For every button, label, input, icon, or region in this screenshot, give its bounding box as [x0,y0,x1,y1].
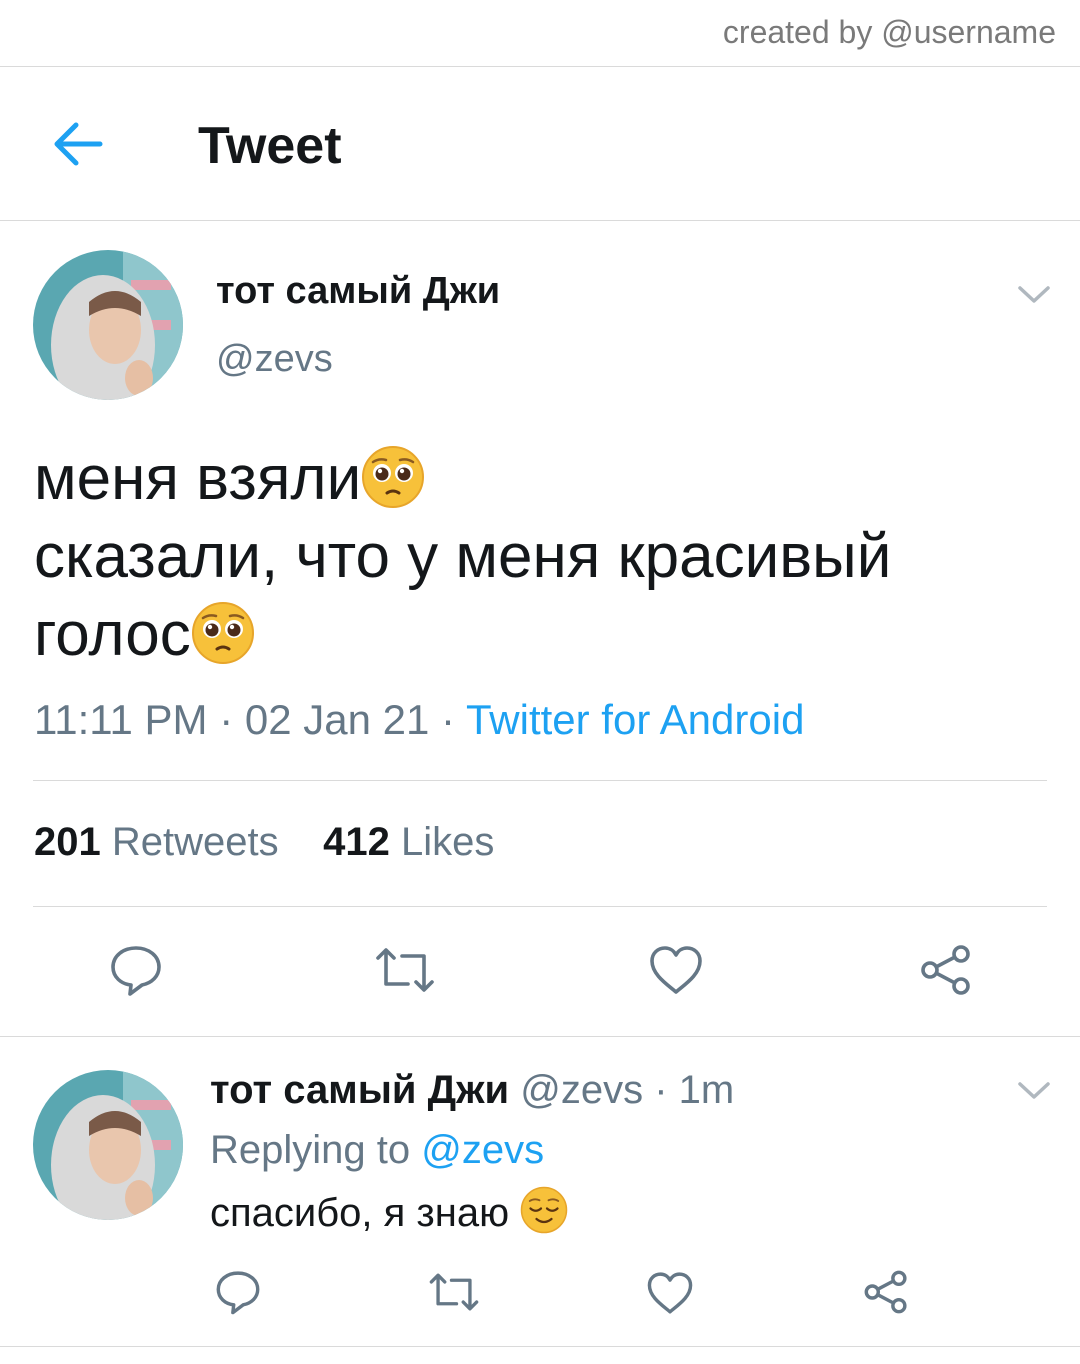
retweet-icon [376,948,434,992]
tweet-line-text: голос [34,600,191,669]
top-bar: Tweet [0,68,1080,220]
avatar-image [33,1070,183,1220]
likes-stat[interactable]: 412 Likes [323,820,494,864]
comment-icon [216,1271,260,1315]
arrow-left-icon [54,122,103,166]
retweet-button[interactable] [374,944,436,1001]
tweet-line: меня взяли [34,440,1044,518]
divider [0,1346,1080,1347]
reply-retweet-button[interactable] [428,1270,480,1319]
tweet-line: сказали, что у меня красивый [34,518,1044,596]
replying-to-link[interactable]: @zevs [421,1128,544,1172]
divider [0,1036,1080,1037]
reply-button[interactable] [108,942,164,1003]
retweets-count: 201 [34,820,101,864]
avatar[interactable] [33,250,183,400]
pleading-face-icon [362,446,425,508]
reply-text: спасибо, я знаю [210,1186,568,1236]
tweet-menu-button[interactable] [1014,280,1054,308]
author-name[interactable]: тот самый Джи [216,270,500,313]
avatar-image [33,250,183,400]
meta-separator: · [429,696,466,743]
replying-to: Replying to @zevs [210,1128,544,1173]
tweet-date: 02 Jan 21 [244,696,430,743]
meta-separator: · [207,696,245,743]
share-button[interactable] [918,942,974,1003]
tweet-line: голос [34,596,1044,674]
divider [0,66,1080,67]
page-title: Tweet [198,117,342,175]
share-icon [864,1270,907,1314]
reply-reply-button[interactable] [214,1268,262,1321]
pleading-face-icon [191,602,254,664]
likes-label: Likes [400,820,495,864]
reply-like-button[interactable] [646,1270,694,1321]
retweets-label: Retweets [111,820,279,864]
heart-icon [650,946,702,994]
reply-text-content: спасибо, я знаю [210,1191,510,1235]
retweets-stat[interactable]: 201 Retweets [34,820,279,864]
likes-count: 412 [323,820,390,864]
like-button[interactable] [648,944,704,1001]
reply-author-name[interactable]: тот самый Джи [210,1068,509,1112]
reply-menu-button[interactable] [1014,1076,1054,1104]
reply-share-button[interactable] [862,1268,910,1321]
heart-icon [647,1272,693,1314]
replying-label: Replying to [210,1128,411,1172]
back-button[interactable] [48,116,108,172]
relieved-face-icon [520,1186,568,1234]
reply-header: тот самый Джи @zevs · 1m [210,1068,734,1113]
divider [33,906,1047,907]
author-handle[interactable]: @zevs [216,338,333,381]
share-icon [921,945,970,995]
reply-time: 1m [678,1068,735,1112]
tweet-stats: 201 Retweets 412 Likes [34,820,494,865]
chevron-down-icon [1018,1082,1050,1099]
meta-separator: · [643,1068,679,1112]
retweet-icon [429,1273,479,1311]
divider [0,220,1080,221]
comment-icon [111,946,161,996]
tweet-line-text: меня взяли [34,444,362,513]
tweet-line-text: сказали, что у меня красивый [34,522,892,591]
reply-author-handle[interactable]: @zevs [520,1068,643,1112]
credit-text: created by @username [722,14,1056,50]
tweet-text: меня взяли сказали, что у меня красивый … [34,440,1044,674]
tweet-meta: 11:11 PM · 02 Jan 21 · Twitter for Andro… [34,696,804,744]
reply-avatar[interactable] [33,1070,183,1220]
tweet-time: 11:11 PM [34,696,208,743]
tweet-source-link[interactable]: Twitter for Android [466,696,804,743]
chevron-down-icon [1018,286,1050,303]
divider [33,780,1047,781]
